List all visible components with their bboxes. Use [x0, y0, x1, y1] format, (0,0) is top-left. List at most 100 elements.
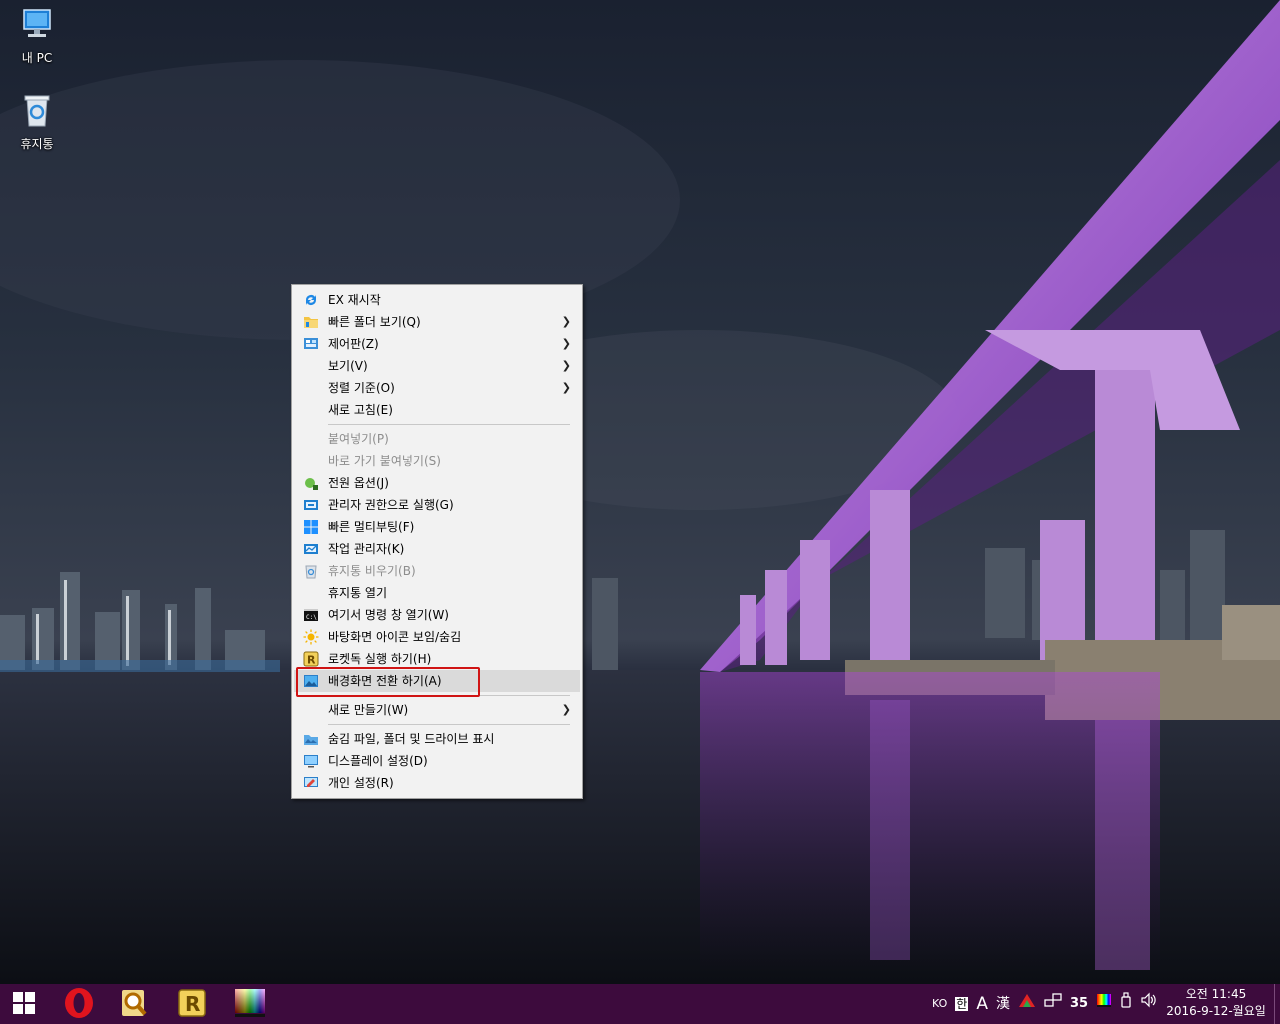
- svg-text:R: R: [307, 654, 316, 667]
- rocketdock-icon: R: [303, 651, 319, 667]
- color-tool-tray-icon[interactable]: [1096, 984, 1112, 1024]
- color-palette-icon: [234, 988, 266, 1021]
- sun-icon: [303, 629, 319, 645]
- wallpaper-icon: [303, 673, 319, 689]
- menu-item-display-settings[interactable]: 디스플레이 설정(D): [294, 750, 580, 772]
- refresh-icon: [303, 292, 319, 308]
- menu-item-label: 새로 만들기(W): [328, 703, 409, 717]
- menu-item-refresh[interactable]: 새로 고침(E): [294, 399, 580, 421]
- speaker-icon[interactable]: [1140, 984, 1158, 1024]
- menu-item-paste[interactable]: 붙여넣기(P): [294, 428, 580, 450]
- desktop-icon-label: 내 PC: [21, 51, 53, 65]
- control-panel-icon: [303, 336, 319, 352]
- menu-separator: [328, 695, 570, 696]
- menu-item-toggle-desktop-icons[interactable]: 바탕화면 아이콘 보임/숨김: [294, 626, 580, 648]
- menu-item-label: 전원 옵션(J): [328, 476, 389, 490]
- power-options-icon: [303, 475, 319, 491]
- color-app-button[interactable]: [226, 984, 274, 1024]
- menu-item-label: EX 재시작: [328, 293, 381, 307]
- chevron-right-icon: ❯: [561, 315, 571, 328]
- menu-item-show-hidden-files[interactable]: 숨김 파일, 폴더 및 드라이브 표시: [294, 728, 580, 750]
- taskbar-clock[interactable]: 오전 11:45 2016-9-12-월요일: [1160, 986, 1272, 1020]
- chevron-right-icon: ❯: [561, 359, 571, 372]
- tray-app-icon[interactable]: [1018, 984, 1036, 1024]
- chevron-right-icon: ❯: [561, 381, 571, 394]
- menu-separator: [328, 724, 570, 725]
- desktop-context-menu: EX 재시작 빠른 폴더 보기(Q) ❯ 제어판(Z) ❯ 보기(V) ❯ 정렬…: [291, 284, 583, 799]
- menu-item-empty-recycle-bin[interactable]: 휴지통 비우기(B): [294, 560, 580, 582]
- menu-item-open-command-window[interactable]: C:\ 여기서 명령 창 열기(W): [294, 604, 580, 626]
- rocketdock-button[interactable]: R: [168, 984, 216, 1024]
- start-button[interactable]: [0, 984, 48, 1024]
- taskbar: R KO 한 A 漢 35 오전 11:45 2016-9-12-월요일: [0, 984, 1280, 1024]
- display-icon: [303, 753, 319, 769]
- menu-item-label: 작업 관리자(K): [328, 542, 405, 556]
- tray-badge-number[interactable]: 35: [1070, 984, 1088, 1024]
- computer-icon: [0, 8, 74, 45]
- personalize-icon: [303, 775, 319, 791]
- search-tool-button[interactable]: [110, 984, 158, 1024]
- menu-item-label: 디스플레이 설정(D): [328, 754, 428, 768]
- menu-item-quick-folder[interactable]: 빠른 폴더 보기(Q) ❯: [294, 311, 580, 333]
- menu-item-label: 붙여넣기(P): [328, 432, 389, 446]
- desktop-icon-my-pc[interactable]: 내 PC: [0, 8, 74, 66]
- run-admin-icon: [303, 497, 319, 513]
- hidden-files-icon: [303, 731, 319, 747]
- menu-item-label: 바탕화면 아이콘 보임/숨김: [328, 630, 462, 644]
- chevron-right-icon: ❯: [561, 337, 571, 350]
- menu-item-label: 배경화면 전환 하기(A): [328, 674, 442, 688]
- svg-text:R: R: [185, 992, 200, 1016]
- menu-item-control-panel[interactable]: 제어판(Z) ❯: [294, 333, 580, 355]
- ime-hanja-indicator[interactable]: 漢: [996, 984, 1010, 1024]
- language-indicator[interactable]: KO: [932, 984, 947, 1024]
- menu-item-paste-shortcut[interactable]: 바로 가기 붙여넣기(S): [294, 450, 580, 472]
- menu-item-label: 제어판(Z): [328, 337, 379, 351]
- menu-item-label: 휴지통 열기: [328, 586, 388, 600]
- command-prompt-icon: C:\: [303, 607, 319, 623]
- menu-item-label: 관리자 권한으로 실행(G): [328, 498, 454, 512]
- system-tray: KO 한 A 漢 35: [928, 984, 1162, 1024]
- task-manager-icon: [303, 541, 319, 557]
- desktop-icon-label: 휴지통: [20, 137, 54, 151]
- clock-time: 오전 11:45: [1185, 987, 1247, 1001]
- svg-text:C:\: C:\: [306, 614, 317, 621]
- chevron-right-icon: ❯: [561, 703, 571, 716]
- ime-hangul-indicator[interactable]: 한: [955, 997, 969, 1011]
- menu-item-label: 로켓독 실행 하기(H): [328, 652, 432, 666]
- recycle-bin-icon: [0, 94, 74, 131]
- windows-logo-icon: [303, 519, 319, 535]
- menu-item-run-rocketdock[interactable]: R 로켓독 실행 하기(H): [294, 648, 580, 670]
- menu-item-task-manager[interactable]: 작업 관리자(K): [294, 538, 580, 560]
- menu-item-label: 여기서 명령 창 열기(W): [328, 608, 449, 622]
- menu-item-label: 빠른 멀티부팅(F): [328, 520, 415, 534]
- menu-item-label: 개인 설정(R): [328, 776, 394, 790]
- desktop-icon-recycle-bin[interactable]: 휴지통: [0, 94, 74, 152]
- folder-icon: [303, 314, 319, 330]
- clock-date: 2016-9-12-월요일: [1166, 1004, 1266, 1018]
- menu-item-power-options[interactable]: 전원 옵션(J): [294, 472, 580, 494]
- menu-item-open-recycle-bin[interactable]: 휴지통 열기: [294, 582, 580, 604]
- desktop-wallpaper: [0, 0, 1280, 984]
- menu-item-new[interactable]: 새로 만들기(W) ❯: [294, 699, 580, 721]
- menu-item-switch-wallpaper[interactable]: 배경화면 전환 하기(A): [294, 670, 580, 692]
- menu-item-sort-by[interactable]: 정렬 기준(O) ❯: [294, 377, 580, 399]
- opera-icon: [63, 987, 95, 1022]
- menu-item-run-as-admin[interactable]: 관리자 권한으로 실행(G): [294, 494, 580, 516]
- menu-item-label: 정렬 기준(O): [328, 381, 395, 395]
- menu-item-restart-explorer[interactable]: EX 재시작: [294, 289, 580, 311]
- menu-item-personalize[interactable]: 개인 설정(R): [294, 772, 580, 794]
- recycle-bin-icon: [303, 563, 319, 579]
- menu-separator: [328, 424, 570, 425]
- menu-item-label: 보기(V): [328, 359, 368, 373]
- ime-mode-indicator[interactable]: A: [976, 984, 988, 1024]
- show-desktop-button[interactable]: [1274, 984, 1280, 1024]
- menu-item-quick-multiboot[interactable]: 빠른 멀티부팅(F): [294, 516, 580, 538]
- rocketdock-icon: R: [177, 988, 207, 1021]
- menu-item-label: 숨김 파일, 폴더 및 드라이브 표시: [328, 732, 495, 746]
- usb-device-icon[interactable]: [1120, 984, 1132, 1024]
- menu-item-label: 새로 고침(E): [328, 403, 393, 417]
- menu-item-view[interactable]: 보기(V) ❯: [294, 355, 580, 377]
- magnifier-icon: [119, 988, 149, 1021]
- network-icon[interactable]: [1044, 984, 1062, 1024]
- opera-button[interactable]: [55, 984, 103, 1024]
